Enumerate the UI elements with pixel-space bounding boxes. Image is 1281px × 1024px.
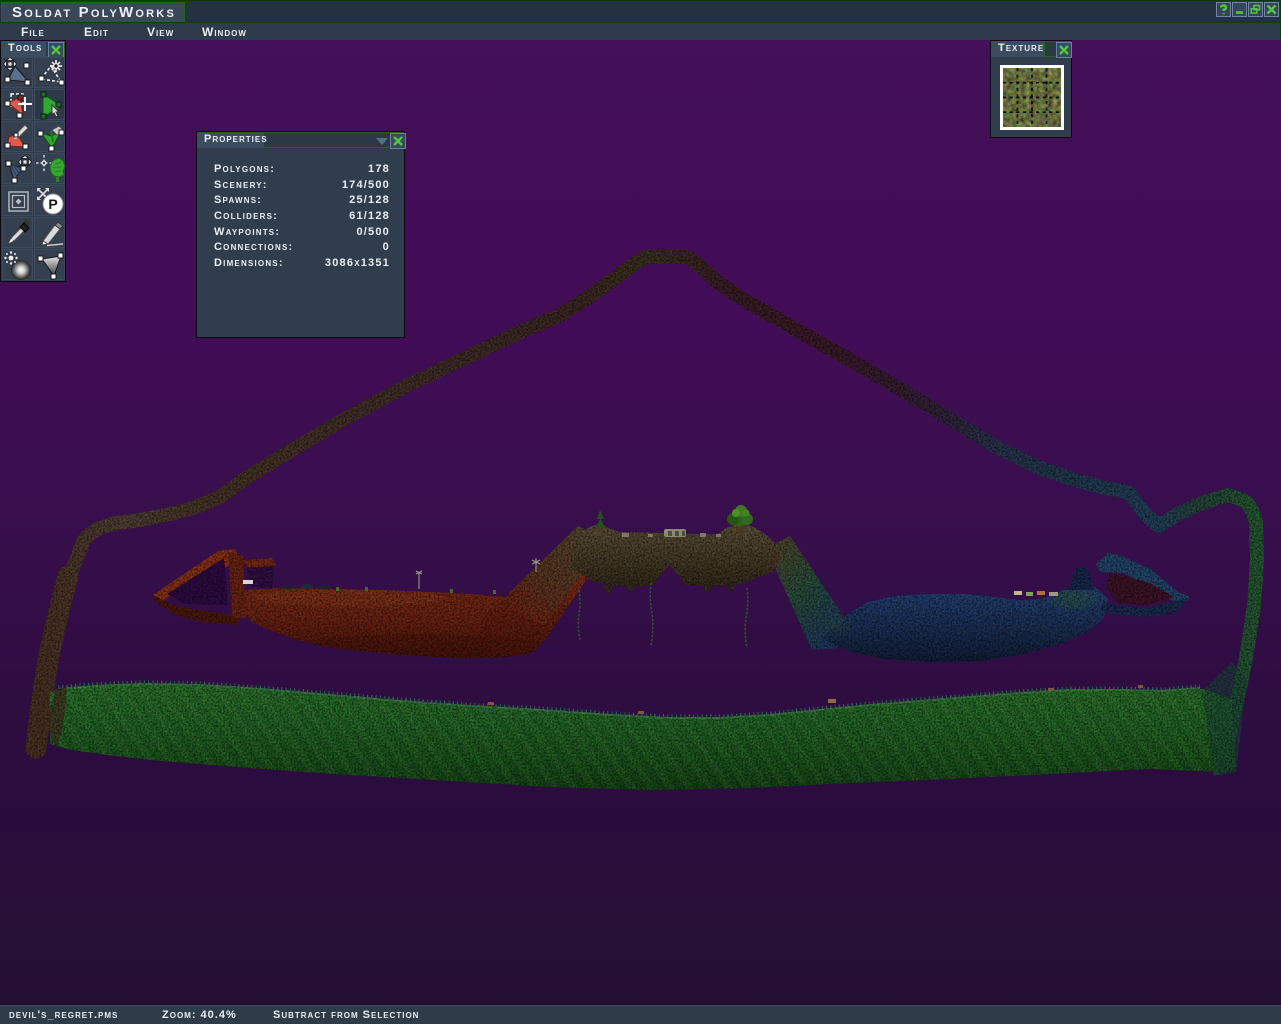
svg-text:P: P	[48, 196, 57, 212]
